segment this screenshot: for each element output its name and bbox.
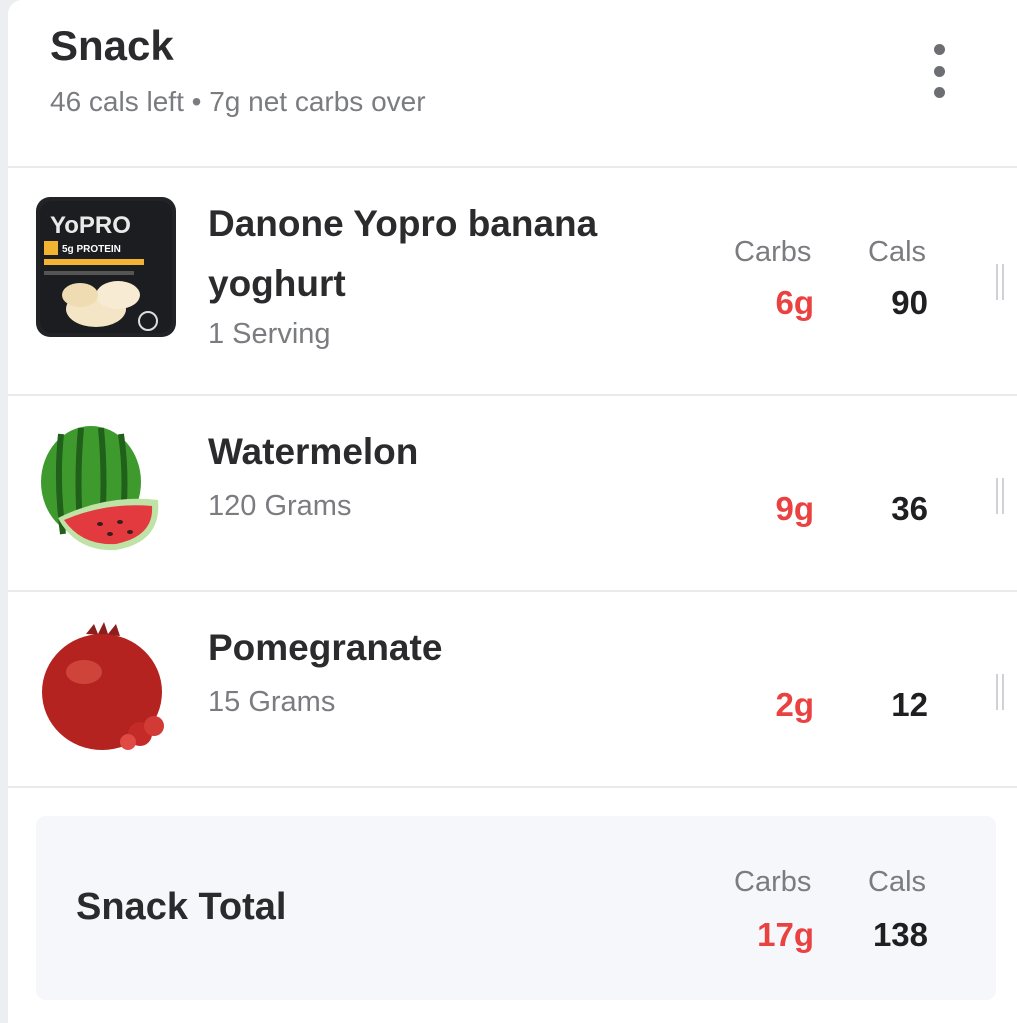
- food-name: Watermelon: [208, 431, 419, 472]
- meal-header: Snack 46 cals left • 7g net carbs over: [8, 0, 1017, 168]
- yopro-yoghurt-image: YoPRO 5g PROTEIN: [36, 197, 176, 337]
- food-carbs: 6g: [775, 284, 814, 321]
- food-cals: 90: [891, 284, 928, 321]
- food-carbs: 9g: [775, 490, 814, 527]
- food-serving: 120 Grams: [208, 490, 352, 522]
- food-item-pomegranate[interactable]: Pomegranate 15 Grams 2g 12: [8, 592, 1017, 788]
- food-carbs: 2g: [775, 686, 814, 723]
- meal-total-label: Snack Total: [76, 886, 287, 928]
- cals-column-header: Cals: [868, 866, 927, 898]
- carbs-column-header: Carbs: [734, 866, 812, 898]
- meal-total-panel: Snack Total Carbs Cals 17g 138: [36, 816, 996, 1000]
- food-item-watermelon[interactable]: Watermelon 120 Grams 9g 36: [8, 396, 1017, 592]
- more-dot: [933, 87, 945, 98]
- carbs-column-header: Carbs: [734, 236, 812, 268]
- food-serving: 15 Grams: [208, 686, 336, 718]
- food-name: Pomegranate: [208, 627, 443, 668]
- meal-title: Snack: [50, 22, 174, 69]
- more-dot: [933, 44, 945, 55]
- drag-handle-icon[interactable]: [996, 478, 1004, 514]
- food-cals: 12: [891, 686, 928, 723]
- yopro-brand-text: YoPRO: [50, 212, 131, 239]
- food-cals: 36: [891, 490, 928, 527]
- more-dot: [933, 65, 945, 77]
- drag-handle-icon[interactable]: [996, 674, 1004, 710]
- watermelon-icon: [41, 426, 159, 551]
- food-serving: 1 Serving: [208, 318, 331, 350]
- cals-column-header: Cals: [868, 236, 927, 268]
- meal-card: Snack 46 cals left • 7g net carbs over Y…: [8, 0, 1017, 1023]
- drag-handle-icon[interactable]: [996, 264, 1004, 300]
- total-cals: 138: [872, 916, 928, 953]
- pomegranate-icon: [42, 622, 164, 750]
- food-item-yopro[interactable]: YoPRO 5g PROTEIN Danone Yopro banana yog…: [8, 168, 1017, 396]
- meal-summary: 46 cals left • 7g net carbs over: [50, 86, 426, 117]
- more-options-icon[interactable]: [924, 44, 954, 98]
- total-carbs: 17g: [757, 916, 814, 953]
- food-name: Danone Yopro banana yoghurt: [208, 203, 598, 304]
- yopro-claim-text: 5g PROTEIN: [62, 244, 121, 255]
